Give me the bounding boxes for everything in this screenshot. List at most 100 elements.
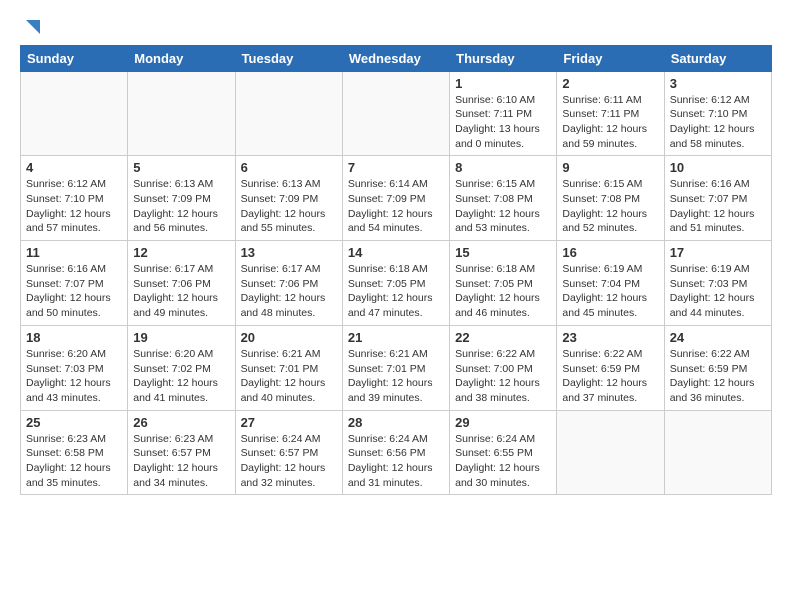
calendar-cell: 4Sunrise: 6:12 AMSunset: 7:10 PMDaylight… xyxy=(21,156,128,241)
day-number: 7 xyxy=(348,160,444,175)
day-number: 24 xyxy=(670,330,766,345)
day-number: 18 xyxy=(26,330,122,345)
calendar-cell: 2Sunrise: 6:11 AMSunset: 7:11 PMDaylight… xyxy=(557,71,664,156)
day-info: Sunrise: 6:24 AMSunset: 6:56 PMDaylight:… xyxy=(348,432,444,491)
day-info: Sunrise: 6:15 AMSunset: 7:08 PMDaylight:… xyxy=(455,177,551,236)
day-number: 6 xyxy=(241,160,337,175)
day-info: Sunrise: 6:20 AMSunset: 7:02 PMDaylight:… xyxy=(133,347,229,406)
day-number: 21 xyxy=(348,330,444,345)
day-info: Sunrise: 6:15 AMSunset: 7:08 PMDaylight:… xyxy=(562,177,658,236)
calendar-week-row: 1 Sunrise: 6:10 AMSunset: 7:11 PMDaylight… xyxy=(21,71,772,156)
day-number: 9 xyxy=(562,160,658,175)
calendar-week-row: 11 Sunrise: 6:16 AMSunset: 7:07 PMDayligh… xyxy=(21,241,772,326)
day-number: 14 xyxy=(348,245,444,260)
calendar-header-saturday: Saturday xyxy=(664,45,771,71)
day-number: 20 xyxy=(241,330,337,345)
day-info: Sunrise: 6:23 AMSunset: 6:58 PMDaylight:… xyxy=(26,432,122,491)
day-info: Sunrise: 6:13 AMSunset: 7:09 PMDaylight:… xyxy=(133,177,229,236)
day-number: 17 xyxy=(670,245,766,260)
calendar-header-friday: Friday xyxy=(557,45,664,71)
calendar-cell: 20Sunrise: 6:21 AMSunset: 7:01 PMDayligh… xyxy=(235,325,342,410)
calendar-cell: 11 Sunrise: 6:16 AMSunset: 7:07 PMDayligh… xyxy=(21,241,128,326)
day-info: Sunrise: 6:23 AMSunset: 6:57 PMDaylight:… xyxy=(133,432,229,491)
day-number: 23 xyxy=(562,330,658,345)
logo-triangle-icon xyxy=(22,16,40,34)
day-info: Sunrise: 6:18 AMSunset: 7:05 PMDaylight:… xyxy=(455,262,551,321)
calendar-cell: 7 Sunrise: 6:14 AMSunset: 7:09 PMDaylight… xyxy=(342,156,449,241)
calendar-cell xyxy=(21,71,128,156)
day-info: Sunrise: 6:13 AMSunset: 7:09 PMDaylight:… xyxy=(241,177,337,236)
day-info: Sunrise: 6:21 AMSunset: 7:01 PMDaylight:… xyxy=(348,347,444,406)
calendar-header-wednesday: Wednesday xyxy=(342,45,449,71)
day-info: Sunrise: 6:24 AMSunset: 6:55 PMDaylight:… xyxy=(455,432,551,491)
calendar-cell: 12 Sunrise: 6:17 AMSunset: 7:06 PMDayligh… xyxy=(128,241,235,326)
day-info: Sunrise: 6:20 AMSunset: 7:03 PMDaylight:… xyxy=(26,347,122,406)
day-number: 2 xyxy=(562,76,658,91)
day-number: 19 xyxy=(133,330,229,345)
calendar-cell: 13 Sunrise: 6:17 AMSunset: 7:06 PMDayligh… xyxy=(235,241,342,326)
day-number: 5 xyxy=(133,160,229,175)
day-number: 15 xyxy=(455,245,551,260)
day-info: Sunrise: 6:22 AMSunset: 7:00 PMDaylight:… xyxy=(455,347,551,406)
day-info: Sunrise: 6:16 AMSunset: 7:07 PMDaylight:… xyxy=(26,262,122,321)
calendar-header-sunday: Sunday xyxy=(21,45,128,71)
calendar-week-row: 4Sunrise: 6:12 AMSunset: 7:10 PMDaylight… xyxy=(21,156,772,241)
day-number: 29 xyxy=(455,415,551,430)
calendar-cell: 25 Sunrise: 6:23 AMSunset: 6:58 PMDayligh… xyxy=(21,410,128,495)
day-number: 3 xyxy=(670,76,766,91)
calendar-cell: 14 Sunrise: 6:18 AMSunset: 7:05 PMDayligh… xyxy=(342,241,449,326)
calendar-cell: 1 Sunrise: 6:10 AMSunset: 7:11 PMDaylight… xyxy=(450,71,557,156)
calendar-cell xyxy=(557,410,664,495)
day-number: 13 xyxy=(241,245,337,260)
calendar-cell: 22 Sunrise: 6:22 AMSunset: 7:00 PMDayligh… xyxy=(450,325,557,410)
calendar-cell: 3 Sunrise: 6:12 AMSunset: 7:10 PMDaylight… xyxy=(664,71,771,156)
calendar-cell: 15 Sunrise: 6:18 AMSunset: 7:05 PMDayligh… xyxy=(450,241,557,326)
day-info: Sunrise: 6:22 AMSunset: 6:59 PMDaylight:… xyxy=(670,347,766,406)
day-info: Sunrise: 6:17 AMSunset: 7:06 PMDaylight:… xyxy=(241,262,337,321)
calendar-cell: 24 Sunrise: 6:22 AMSunset: 6:59 PMDayligh… xyxy=(664,325,771,410)
calendar-cell: 18 Sunrise: 6:20 AMSunset: 7:03 PMDayligh… xyxy=(21,325,128,410)
day-number: 26 xyxy=(133,415,229,430)
day-number: 27 xyxy=(241,415,337,430)
day-info: Sunrise: 6:14 AMSunset: 7:09 PMDaylight:… xyxy=(348,177,444,236)
day-info: Sunrise: 6:22 AMSunset: 6:59 PMDaylight:… xyxy=(562,347,658,406)
day-number: 10 xyxy=(670,160,766,175)
calendar-header-row: SundayMondayTuesdayWednesdayThursdayFrid… xyxy=(21,45,772,71)
calendar-cell: 23 Sunrise: 6:22 AMSunset: 6:59 PMDayligh… xyxy=(557,325,664,410)
day-info: Sunrise: 6:12 AMSunset: 7:10 PMDaylight:… xyxy=(26,177,122,236)
calendar-cell: 8 Sunrise: 6:15 AMSunset: 7:08 PMDaylight… xyxy=(450,156,557,241)
day-number: 11 xyxy=(26,245,122,260)
day-info: Sunrise: 6:18 AMSunset: 7:05 PMDaylight:… xyxy=(348,262,444,321)
day-info: Sunrise: 6:16 AMSunset: 7:07 PMDaylight:… xyxy=(670,177,766,236)
calendar-table: SundayMondayTuesdayWednesdayThursdayFrid… xyxy=(20,45,772,496)
calendar-cell xyxy=(235,71,342,156)
calendar-cell xyxy=(342,71,449,156)
calendar-cell: 16 Sunrise: 6:19 AMSunset: 7:04 PMDayligh… xyxy=(557,241,664,326)
day-info: Sunrise: 6:17 AMSunset: 7:06 PMDaylight:… xyxy=(133,262,229,321)
day-number: 25 xyxy=(26,415,122,430)
calendar-cell: 6 Sunrise: 6:13 AMSunset: 7:09 PMDaylight… xyxy=(235,156,342,241)
day-info: Sunrise: 6:10 AMSunset: 7:11 PMDaylight:… xyxy=(455,93,551,152)
day-number: 28 xyxy=(348,415,444,430)
calendar-header-thursday: Thursday xyxy=(450,45,557,71)
day-number: 12 xyxy=(133,245,229,260)
calendar-cell: 9 Sunrise: 6:15 AMSunset: 7:08 PMDaylight… xyxy=(557,156,664,241)
calendar-cell: 28 Sunrise: 6:24 AMSunset: 6:56 PMDayligh… xyxy=(342,410,449,495)
calendar-cell: 21 Sunrise: 6:21 AMSunset: 7:01 PMDayligh… xyxy=(342,325,449,410)
calendar-cell: 19 Sunrise: 6:20 AMSunset: 7:02 PMDayligh… xyxy=(128,325,235,410)
calendar-week-row: 25 Sunrise: 6:23 AMSunset: 6:58 PMDayligh… xyxy=(21,410,772,495)
day-number: 1 xyxy=(455,76,551,91)
calendar-cell: 10 Sunrise: 6:16 AMSunset: 7:07 PMDayligh… xyxy=(664,156,771,241)
day-info: Sunrise: 6:19 AMSunset: 7:04 PMDaylight:… xyxy=(562,262,658,321)
day-info: Sunrise: 6:19 AMSunset: 7:03 PMDaylight:… xyxy=(670,262,766,321)
calendar-cell: 5 Sunrise: 6:13 AMSunset: 7:09 PMDaylight… xyxy=(128,156,235,241)
day-number: 16 xyxy=(562,245,658,260)
calendar-cell: 29 Sunrise: 6:24 AMSunset: 6:55 PMDayligh… xyxy=(450,410,557,495)
day-number: 8 xyxy=(455,160,551,175)
day-number: 22 xyxy=(455,330,551,345)
calendar-header-monday: Monday xyxy=(128,45,235,71)
calendar-cell: 17 Sunrise: 6:19 AMSunset: 7:03 PMDayligh… xyxy=(664,241,771,326)
calendar-cell xyxy=(664,410,771,495)
logo xyxy=(20,16,40,39)
day-info: Sunrise: 6:12 AMSunset: 7:10 PMDaylight:… xyxy=(670,93,766,152)
